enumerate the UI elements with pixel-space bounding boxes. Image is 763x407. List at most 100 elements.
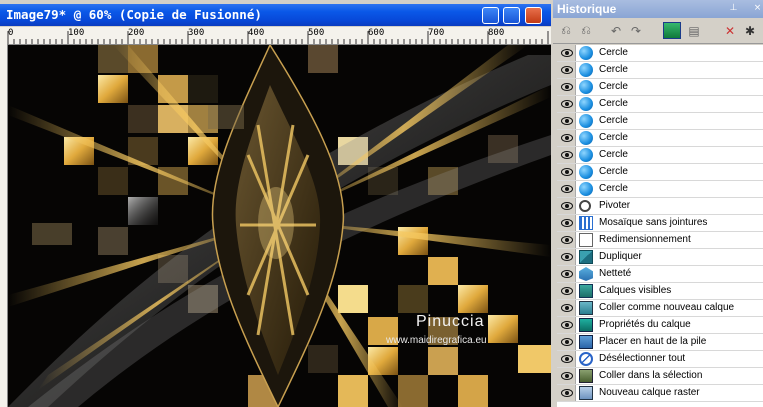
circle-icon [579, 114, 593, 128]
history-toolbar: ⎌ ⎌ ↶ ↷ ▤ ✕ ✱ [553, 19, 763, 44]
visibility-eye-icon[interactable] [557, 79, 576, 95]
close-button[interactable] [525, 7, 542, 24]
history-row[interactable]: Cercle [557, 79, 763, 96]
history-row[interactable]: Propriétés du calque [557, 317, 763, 334]
circle-icon [579, 97, 593, 111]
horizontal-ruler: 0 100 200 300 400 500 600 700 800 [0, 27, 551, 45]
undo-selected-icon[interactable]: ⎌ [557, 22, 575, 39]
minimize-button[interactable] [482, 7, 499, 24]
history-row[interactable]: Cercle [557, 181, 763, 198]
visibility-eye-icon[interactable] [557, 130, 576, 146]
history-row-label: Propriétés du calque [599, 319, 691, 330]
history-row[interactable]: Nouveau calque raster [557, 385, 763, 402]
maximize-button[interactable] [503, 7, 520, 24]
deselect-icon [579, 352, 593, 366]
ruler-label: 700 [428, 28, 445, 38]
history-row[interactable]: Cercle [557, 62, 763, 79]
history-row[interactable]: Coller dans la sélection [557, 368, 763, 385]
visibility-eye-icon[interactable] [557, 249, 576, 265]
history-row-label: Cercle [599, 149, 628, 160]
history-row[interactable]: Cercle [557, 164, 763, 181]
watermark-signature: Pinuccia [416, 313, 485, 330]
history-row[interactable]: Calques visibles [557, 283, 763, 300]
ruler-label: 800 [488, 28, 505, 38]
history-list: Cercle Cercle Cercle Cercle Cercle Cercl… [557, 45, 763, 407]
new-raster-layer-icon [579, 386, 593, 400]
visibility-eye-icon[interactable] [557, 147, 576, 163]
run-script-icon[interactable] [663, 22, 681, 39]
visibility-eye-icon[interactable] [557, 113, 576, 129]
history-row-label: Dupliquer [599, 251, 642, 262]
visibility-eye-icon[interactable] [557, 266, 576, 282]
clear-history-icon[interactable]: ✕ [721, 22, 739, 39]
history-row[interactable]: Désélectionner tout [557, 351, 763, 368]
history-row-label: Cercle [599, 183, 628, 194]
history-row[interactable]: Cercle [557, 45, 763, 62]
pin-icon[interactable]: ⊥ [729, 4, 738, 13]
visibility-eye-icon[interactable] [557, 385, 576, 401]
visibility-eye-icon[interactable] [557, 181, 576, 197]
ruler-label: 500 [308, 28, 325, 38]
duplicate-icon [579, 250, 593, 264]
bring-to-top-icon [579, 335, 593, 349]
history-row-label: Cercle [599, 115, 628, 126]
ruler-label: 0 [8, 28, 14, 38]
circle-icon [579, 131, 593, 145]
history-row[interactable]: Cercle [557, 113, 763, 130]
watermark-url: www.maidiregrafica.eu [386, 335, 487, 346]
visibility-eye-icon[interactable] [557, 368, 576, 384]
history-row-label: Calques visibles [599, 285, 672, 296]
history-row-label: Redimensionnement [599, 234, 691, 245]
history-row-label: Désélectionner tout [599, 353, 686, 364]
sharpen-icon [579, 267, 593, 281]
circle-icon [579, 63, 593, 77]
image-canvas[interactable]: Pinuccia www.maidiregrafica.eu [8, 45, 551, 407]
visibility-eye-icon[interactable] [557, 351, 576, 367]
visibility-eye-icon[interactable] [557, 96, 576, 112]
visibility-eye-icon[interactable] [557, 317, 576, 333]
close-panel-icon[interactable]: × [753, 4, 762, 13]
circle-icon [579, 46, 593, 60]
visibility-eye-icon[interactable] [557, 300, 576, 316]
visibility-eye-icon[interactable] [557, 283, 576, 299]
image-window-titlebar[interactable]: Image79* @ 60% (Copie de Fusionné) [0, 4, 551, 26]
circle-icon [579, 80, 593, 94]
visibility-eye-icon[interactable] [557, 334, 576, 350]
history-row-label: Coller dans la sélection [599, 370, 703, 381]
settings-icon[interactable]: ✱ [741, 22, 759, 39]
history-row-label: Mosaïque sans jointures [599, 217, 708, 228]
history-row[interactable]: Cercle [557, 130, 763, 147]
visibility-eye-icon[interactable] [557, 215, 576, 231]
ruler-label: 400 [248, 28, 265, 38]
visibility-eye-icon[interactable] [557, 62, 576, 78]
rotate-icon [579, 200, 591, 212]
layer-properties-icon [579, 318, 593, 332]
history-row-label: Pivoter [599, 200, 631, 211]
circle-icon [579, 165, 593, 179]
undo-icon[interactable]: ↶ [607, 22, 625, 39]
redo-selected-icon[interactable]: ⎌ [577, 22, 595, 39]
history-row[interactable]: Coller comme nouveau calque [557, 300, 763, 317]
history-row[interactable]: Dupliquer [557, 249, 763, 266]
history-row[interactable]: Mosaïque sans jointures [557, 215, 763, 232]
history-row-label: Cercle [599, 166, 628, 177]
redo-icon[interactable]: ↷ [627, 22, 645, 39]
paste-selection-icon [579, 369, 593, 383]
save-script-icon[interactable]: ▤ [685, 22, 703, 39]
history-panel-title: Historique [557, 2, 617, 16]
visibility-eye-icon[interactable] [557, 164, 576, 180]
history-row-label: Placer en haut de la pile [599, 336, 707, 347]
history-row[interactable]: Cercle [557, 147, 763, 164]
history-row[interactable]: Netteté [557, 266, 763, 283]
history-row[interactable]: Cercle [557, 96, 763, 113]
visibility-eye-icon[interactable] [557, 198, 576, 214]
ruler-label: 100 [68, 28, 85, 38]
history-panel-titlebar[interactable]: Historique ⊥ × [553, 0, 763, 18]
visibility-eye-icon[interactable] [557, 45, 576, 61]
history-row[interactable]: Placer en haut de la pile [557, 334, 763, 351]
history-row[interactable]: Pivoter [557, 198, 763, 215]
resize-icon [579, 233, 593, 247]
history-row[interactable]: Redimensionnement [557, 232, 763, 249]
visibility-eye-icon[interactable] [557, 232, 576, 248]
ruler-label: 300 [188, 28, 205, 38]
